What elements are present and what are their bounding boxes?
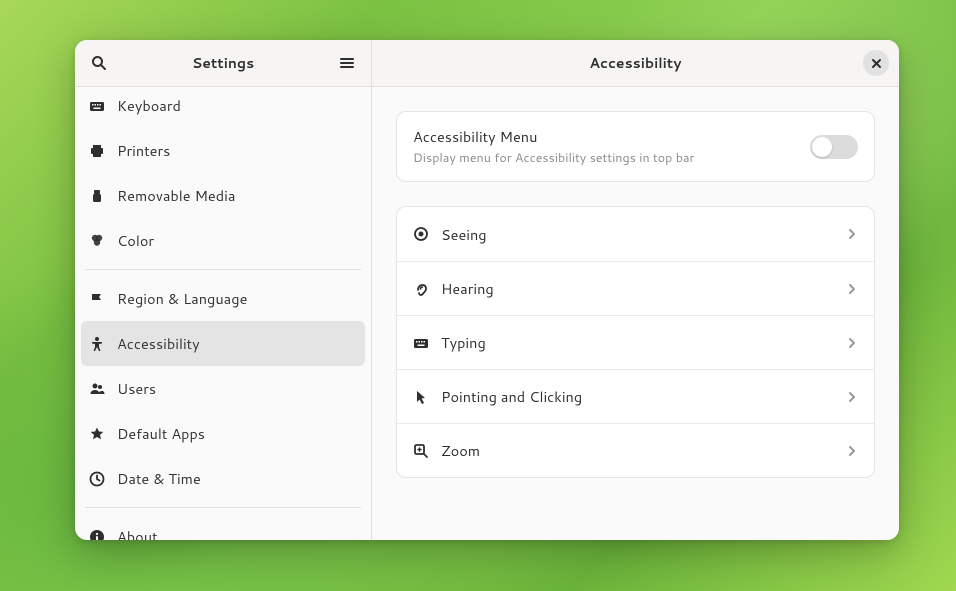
content-header: Accessibility <box>372 40 899 87</box>
close-button[interactable] <box>863 50 889 76</box>
eye-icon <box>413 226 429 242</box>
category-label: Pointing and Clicking <box>441 386 846 407</box>
star-icon <box>89 426 105 442</box>
sidebar-item-printers[interactable]: Printers <box>81 128 365 173</box>
sidebar-item-date-time[interactable]: Date & Time <box>81 456 365 501</box>
hamburger-icon <box>339 55 355 71</box>
sidebar-item-default-apps[interactable]: Default Apps <box>81 411 365 456</box>
sidebar-item-label: Region & Language <box>117 288 247 309</box>
clock-icon <box>89 471 105 487</box>
search-icon <box>91 55 107 71</box>
flag-icon <box>89 291 105 307</box>
content-pane: Accessibility Accessibility Menu Display… <box>372 40 899 540</box>
sidebar-item-label: Removable Media <box>117 185 235 206</box>
keyboard-icon <box>89 98 105 114</box>
sidebar-item-label: Default Apps <box>117 423 205 444</box>
settings-window: Settings Keyboard Printers Removable Med… <box>75 40 899 540</box>
sidebar-item-label: Printers <box>117 140 170 161</box>
info-icon <box>89 529 105 541</box>
sidebar-item-label: Keyboard <box>117 95 181 116</box>
accessibility-menu-row: Accessibility Menu Display menu for Acce… <box>397 112 874 181</box>
sidebar-item-color[interactable]: Color <box>81 218 365 263</box>
search-button[interactable] <box>85 49 113 77</box>
ear-icon <box>413 281 429 297</box>
sidebar-list[interactable]: Keyboard Printers Removable Media Color … <box>75 87 371 540</box>
sidebar-item-removable-media[interactable]: Removable Media <box>81 173 365 218</box>
category-row-hearing[interactable]: Hearing <box>397 261 874 315</box>
close-icon <box>871 58 882 69</box>
chevron-right-icon <box>846 228 858 240</box>
sidebar-item-label: About <box>117 526 158 540</box>
category-label: Hearing <box>441 278 846 299</box>
zoom-icon <box>413 443 429 459</box>
category-row-zoom[interactable]: Zoom <box>397 423 874 477</box>
menu-button[interactable] <box>333 49 361 77</box>
sidebar-item-label: Date & Time <box>117 468 201 489</box>
category-row-seeing[interactable]: Seeing <box>397 207 874 261</box>
sidebar-item-label: Accessibility <box>117 333 200 354</box>
keyboard-icon <box>413 335 429 351</box>
accessibility-menu-title: Accessibility Menu <box>413 126 810 147</box>
categories-card: Seeing Hearing Typing Pointing and Click… <box>396 206 875 478</box>
color-icon <box>89 233 105 249</box>
category-label: Typing <box>441 332 846 353</box>
printer-icon <box>89 143 105 159</box>
chevron-right-icon <box>846 445 858 457</box>
cursor-icon <box>413 389 429 405</box>
users-icon <box>89 381 105 397</box>
sidebar-title: Settings <box>113 53 333 73</box>
category-label: Seeing <box>441 224 846 245</box>
accessibility-menu-card: Accessibility Menu Display menu for Acce… <box>396 111 875 182</box>
sidebar: Settings Keyboard Printers Removable Med… <box>75 40 372 540</box>
category-row-typing[interactable]: Typing <box>397 315 874 369</box>
sidebar-item-label: Users <box>117 378 156 399</box>
sidebar-item-about[interactable]: About <box>81 514 365 540</box>
chevron-right-icon <box>846 337 858 349</box>
sidebar-item-region-language[interactable]: Region & Language <box>81 276 365 321</box>
accessibility-menu-subtitle: Display menu for Accessibility settings … <box>413 149 810 167</box>
accessibility-menu-switch[interactable] <box>810 135 858 159</box>
sidebar-item-label: Color <box>117 230 154 251</box>
sidebar-separator <box>85 507 361 508</box>
accessibility-icon <box>89 336 105 352</box>
content-body: Accessibility Menu Display menu for Acce… <box>372 87 899 540</box>
sidebar-item-accessibility[interactable]: Accessibility <box>81 321 365 366</box>
sidebar-item-users[interactable]: Users <box>81 366 365 411</box>
removable-media-icon <box>89 188 105 204</box>
chevron-right-icon <box>846 391 858 403</box>
category-row-pointing-clicking[interactable]: Pointing and Clicking <box>397 369 874 423</box>
chevron-right-icon <box>846 283 858 295</box>
category-label: Zoom <box>441 440 846 461</box>
page-title: Accessibility <box>382 53 889 73</box>
sidebar-item-keyboard[interactable]: Keyboard <box>81 87 365 128</box>
sidebar-separator <box>85 269 361 270</box>
sidebar-header: Settings <box>75 40 371 87</box>
